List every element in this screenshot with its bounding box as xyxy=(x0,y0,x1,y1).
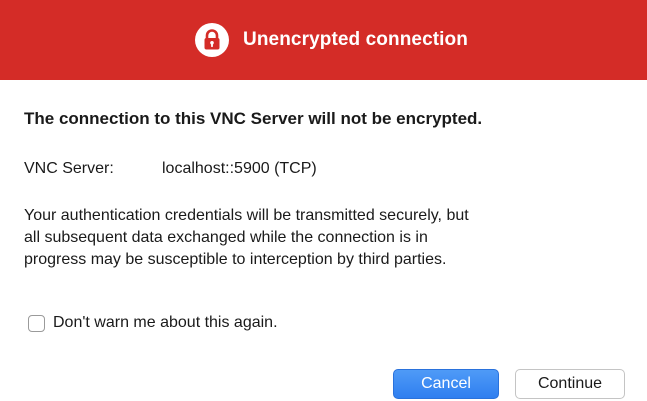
security-message: Your authentication credentials will be … xyxy=(24,205,634,271)
lock-icon xyxy=(195,23,230,57)
unencrypted-connection-dialog: Unencrypted connection The connection to… xyxy=(0,0,647,401)
server-label: VNC Server: xyxy=(24,160,114,177)
security-message-line: all subsequent data exchanged while the … xyxy=(24,229,428,246)
dialog-heading: The connection to this VNC Server will n… xyxy=(24,109,483,128)
dont-warn-label[interactable]: Don't warn me about this again. xyxy=(53,314,278,332)
banner-content: Unencrypted connection xyxy=(195,23,468,57)
dont-warn-checkbox-row[interactable]: Don't warn me about this again. xyxy=(28,314,278,332)
continue-button[interactable]: Continue xyxy=(515,369,625,399)
banner-title: Unencrypted connection xyxy=(243,29,468,50)
server-address: localhost::5900 (TCP) xyxy=(162,160,317,177)
security-message-line: progress may be susceptible to intercept… xyxy=(24,251,447,268)
server-info-row: VNC Server: localhost::5900 (TCP) xyxy=(24,160,317,178)
security-message-line: Your authentication credentials will be … xyxy=(24,207,469,224)
dialog-buttons: Cancel Continue xyxy=(393,369,625,399)
cancel-button[interactable]: Cancel xyxy=(393,369,499,399)
dont-warn-checkbox[interactable] xyxy=(28,314,45,332)
warning-banner: Unencrypted connection xyxy=(0,0,647,80)
